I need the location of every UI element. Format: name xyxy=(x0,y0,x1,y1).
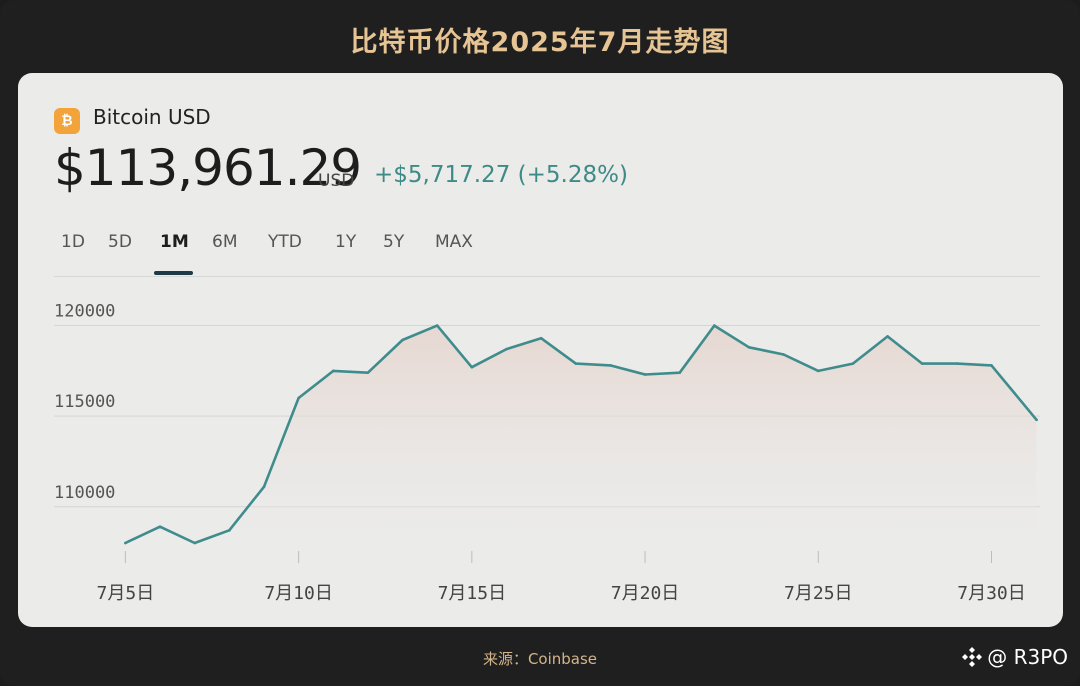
y-axis-labels: 110000 115000 120000 xyxy=(54,302,115,503)
data-point xyxy=(262,485,266,489)
diamond-logo-icon xyxy=(962,647,983,667)
area-fill-layer xyxy=(125,325,1037,543)
watermark: @ R3PO xyxy=(961,645,1068,669)
y-tick-label: 120000 xyxy=(54,302,115,322)
y-tick-label: 115000 xyxy=(54,392,115,412)
infographic-frame: 比特币价格2025年7月走势图 ₿ Bitcoin USD $113,961.2… xyxy=(0,0,1080,686)
data-point xyxy=(955,362,959,365)
data-point xyxy=(816,369,820,373)
data-point xyxy=(297,396,300,400)
price-chart: 110000115000120000 7月5日 7月10日 7月15日 7月20日 7月… xyxy=(54,302,1040,604)
data-point xyxy=(435,324,439,327)
data-point xyxy=(609,364,612,367)
data-point xyxy=(470,365,474,369)
data-point xyxy=(990,364,993,367)
data-point xyxy=(505,347,508,351)
area-fill xyxy=(125,325,1037,543)
x-tick-label: 7月5日 xyxy=(97,583,155,604)
data-point xyxy=(920,362,924,365)
data-point xyxy=(713,324,716,327)
data-point xyxy=(1035,418,1038,422)
data-point xyxy=(643,373,647,376)
x-tick-label: 7月10日 xyxy=(264,583,333,604)
data-point xyxy=(193,541,196,545)
page-title: 比特币价格2025年7月走势图 xyxy=(350,27,730,58)
data-point xyxy=(747,345,751,349)
x-tick-label: 7月15日 xyxy=(438,583,507,604)
source-note: 来源：Coinbase xyxy=(482,650,598,668)
data-point xyxy=(851,362,855,365)
data-point xyxy=(539,336,543,340)
data-point xyxy=(886,335,889,338)
x-axis-ticks xyxy=(124,551,992,563)
data-point xyxy=(124,541,127,545)
x-tick-label: 7月30日 xyxy=(957,583,1026,604)
data-point xyxy=(331,369,335,373)
y-tick-label: 110000 xyxy=(54,483,115,503)
data-point xyxy=(366,371,370,374)
x-tick-label: 7月25日 xyxy=(784,583,853,604)
data-point xyxy=(401,338,404,342)
data-point xyxy=(228,529,231,532)
x-tick-label: 7月20日 xyxy=(611,583,680,604)
data-point xyxy=(678,371,682,374)
data-point xyxy=(782,353,785,356)
data-point xyxy=(158,525,162,528)
watermark-text: @ R3PO xyxy=(987,645,1068,669)
price-card: ₿ Bitcoin USD $113,961.29 USD +$5,717.27… xyxy=(18,73,1063,627)
x-axis-labels: 7月5日 7月10日 7月15日 7月20日 7月25日 7月30日 xyxy=(97,583,1026,604)
data-point xyxy=(574,362,578,365)
